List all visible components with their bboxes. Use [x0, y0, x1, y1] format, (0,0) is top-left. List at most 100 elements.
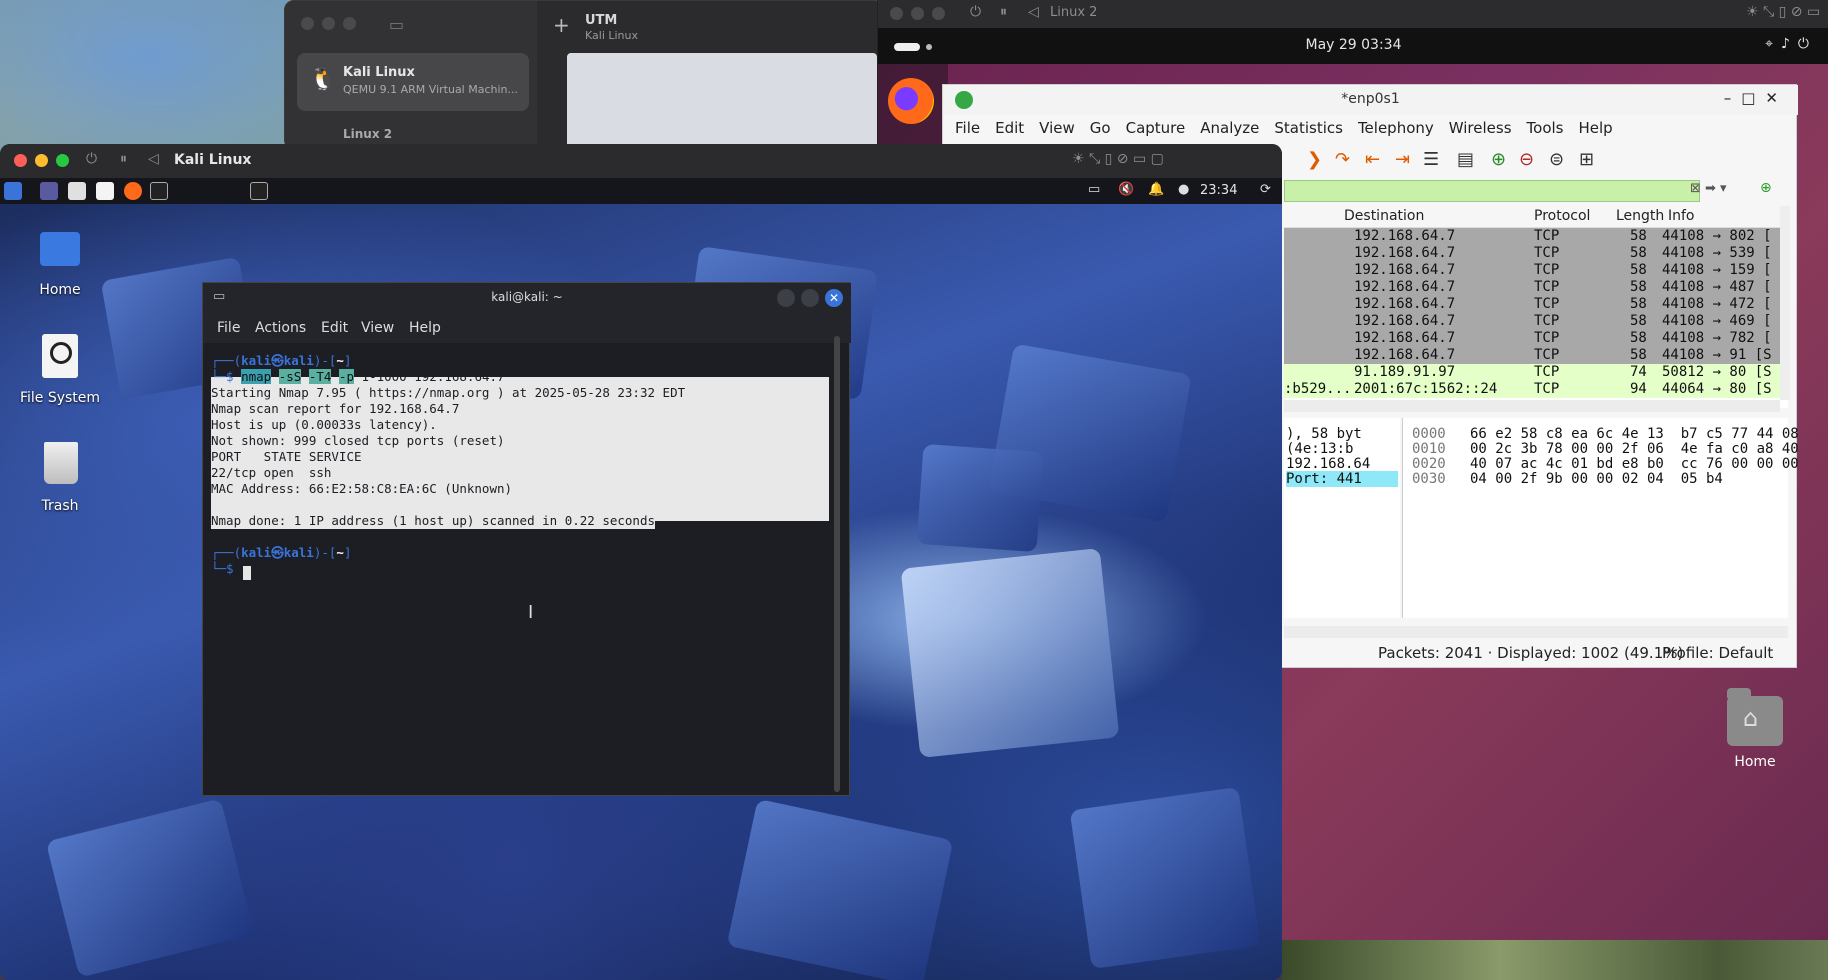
col-protocol[interactable]: Protocol: [1534, 208, 1590, 224]
detail-line[interactable]: 192.168.64: [1286, 456, 1398, 472]
ubuntu-home-label[interactable]: Home: [1700, 754, 1810, 770]
show-desktop-icon[interactable]: [40, 182, 58, 200]
desktop-filesystem-label[interactable]: File System: [10, 390, 110, 406]
colorize-icon[interactable]: ▤: [1457, 149, 1474, 170]
kali-traffic-lights[interactable]: [14, 154, 69, 167]
firefox-icon[interactable]: [124, 182, 142, 200]
packet-cell-len: 58: [1630, 279, 1647, 295]
kali-menu-icon[interactable]: [4, 182, 22, 200]
vm-item-linux2[interactable]: Linux 2: [343, 127, 392, 141]
menu-edit[interactable]: Edit: [995, 115, 1024, 141]
term-menu-actions[interactable]: Actions: [255, 320, 306, 336]
vm-toolbar-icons[interactable]: ☀ ⤡ ▯ ⊘ ▭ ▢: [1072, 151, 1164, 167]
home-folder-icon[interactable]: [40, 232, 80, 266]
zoom-in-icon[interactable]: ⊕: [1491, 149, 1506, 170]
packet-row[interactable]: 192.168.64.7 TCP 58 44108 → 539 [: [1284, 245, 1780, 262]
utm-traffic-lights[interactable]: [301, 17, 356, 30]
file-system-icon[interactable]: [42, 334, 78, 378]
menu-go[interactable]: Go: [1090, 115, 1111, 141]
packet-row[interactable]: 192.168.64.7 TCP 58 44108 → 472 [: [1284, 296, 1780, 313]
menu-analyze[interactable]: Analyze: [1200, 115, 1259, 141]
minimize-button[interactable]: [777, 289, 795, 307]
packet-row[interactable]: 192.168.64.7 TCP 58 44108 → 487 [: [1284, 279, 1780, 296]
sidebar-toggle-icon[interactable]: ▭: [389, 15, 404, 34]
logout-icon[interactable]: ⟳: [1260, 182, 1271, 197]
text-editor-icon[interactable]: [96, 182, 114, 200]
firefox-icon[interactable]: [888, 78, 934, 124]
col-length[interactable]: Length: [1616, 208, 1664, 224]
last-packet-icon[interactable]: ⇥: [1395, 149, 1410, 170]
detail-line[interactable]: Port: 441: [1286, 471, 1398, 487]
kali-clock[interactable]: 23:34: [1200, 183, 1237, 198]
packet-row[interactable]: 91.189.91.97 TCP 74 50812 → 80 [S: [1284, 364, 1780, 381]
col-info[interactable]: Info: [1668, 208, 1695, 224]
add-filter-icon[interactable]: ⊕: [1760, 180, 1772, 196]
menu-wireless[interactable]: Wireless: [1449, 115, 1512, 141]
display-filter-input[interactable]: [1284, 180, 1700, 202]
terminal-task-icon[interactable]: [250, 182, 268, 200]
byte-hex-row[interactable]: 04 00 2f 9b 00 00 02 04 05 b4: [1470, 471, 1723, 487]
trash-icon[interactable]: [44, 442, 78, 484]
packet-row[interactable]: 192.168.64.7 TCP 58 44108 → 91 [S: [1284, 347, 1780, 364]
byte-hex-row[interactable]: 66 e2 58 c8 ea 6c 4e 13 b7 c5 77 44 08: [1470, 426, 1799, 442]
maximize-button[interactable]: [801, 289, 819, 307]
desktop-home-label[interactable]: Home: [10, 282, 110, 298]
term-menu-help[interactable]: Help: [409, 320, 441, 336]
mute-icon[interactable]: 🔇: [1118, 182, 1134, 197]
menu-telephony[interactable]: Telephony: [1358, 115, 1434, 141]
detail-line[interactable]: (4e:13:b: [1286, 441, 1398, 457]
byte-hex-row[interactable]: 40 07 ac 4c 01 bd e8 b0 cc 76 00 00 00: [1470, 456, 1799, 472]
power-manager-icon[interactable]: ●: [1178, 182, 1189, 197]
terminal-scrollbar[interactable]: [834, 336, 840, 792]
menu-statistics[interactable]: Statistics: [1274, 115, 1343, 141]
power-icon[interactable]: ⏻: [86, 151, 97, 167]
packet-list-hscroll[interactable]: [1284, 400, 1780, 412]
display-icon[interactable]: ▭: [1088, 182, 1100, 197]
byte-hex-row[interactable]: 00 2c 3b 78 00 00 2f 06 4e fa c0 a8 40: [1470, 441, 1799, 457]
vm-preview-thumbnail[interactable]: [567, 53, 877, 149]
packet-row[interactable]: 192.168.64.7 TCP 58 44108 → 469 [: [1284, 313, 1780, 330]
power-icon[interactable]: ⏻: [970, 4, 981, 20]
packet-row[interactable]: 192.168.64.7 TCP 58 44108 → 802 [: [1284, 228, 1780, 245]
filter-clear-icon[interactable]: ⊠ ➡ ▾: [1690, 181, 1727, 196]
window-controls[interactable]: –□✕: [1724, 89, 1788, 107]
zoom-out-icon[interactable]: ⊖: [1519, 149, 1534, 170]
linux2-traffic-lights[interactable]: [890, 7, 945, 20]
pause-icon[interactable]: ⏸: [120, 151, 127, 167]
vm-item-kali[interactable]: 🐧 Kali Linux QEMU 9.1 ARM Virtual Machin…: [297, 53, 529, 111]
desktop-trash-label[interactable]: Trash: [10, 498, 110, 514]
menu-view[interactable]: View: [1039, 115, 1075, 141]
back-icon[interactable]: ◁: [148, 151, 159, 167]
normal-size-icon[interactable]: ⊜: [1549, 149, 1564, 170]
autoscroll-icon[interactable]: ☰: [1423, 149, 1439, 170]
term-menu-view[interactable]: View: [361, 320, 394, 336]
menu-tools[interactable]: Tools: [1527, 115, 1564, 141]
menu-capture[interactable]: Capture: [1126, 115, 1186, 141]
first-packet-icon[interactable]: ⇤: [1365, 149, 1380, 170]
term-menu-file[interactable]: File: [217, 320, 240, 336]
close-button[interactable]: ✕: [825, 289, 843, 307]
menu-file[interactable]: File: [955, 115, 980, 141]
back-icon[interactable]: ◁: [1028, 4, 1039, 20]
pause-icon[interactable]: ⏸: [1000, 4, 1007, 20]
col-destination[interactable]: Destination: [1344, 208, 1424, 224]
bytes-hscroll[interactable]: [1284, 626, 1788, 638]
toolbar-icons[interactable]: ☀ ⤡ ▯ ⊘ ▭: [1746, 4, 1820, 20]
profile-status[interactable]: Profile: Default: [1662, 644, 1773, 662]
ubuntu-clock[interactable]: May 29 03:34: [878, 37, 1828, 53]
packet-row[interactable]: :b529... 2001:67c:1562::24 TCP 94 44064 → 80…: [1284, 381, 1780, 398]
go-forward-icon[interactable]: ❯: [1307, 149, 1322, 170]
notification-bell-icon[interactable]: 🔔: [1148, 182, 1164, 197]
add-vm-icon[interactable]: +: [553, 13, 570, 37]
go-to-packet-icon[interactable]: ↷: [1335, 149, 1350, 170]
menu-help[interactable]: Help: [1578, 115, 1612, 141]
file-manager-icon[interactable]: [68, 182, 86, 200]
term-menu-edit[interactable]: Edit: [321, 320, 348, 336]
system-tray-icons[interactable]: ⌖♪⏻: [1765, 36, 1817, 52]
terminal-launcher-icon[interactable]: [150, 182, 168, 200]
detail-line[interactable]: ), 58 byt: [1286, 426, 1398, 442]
packet-row[interactable]: 192.168.64.7 TCP 58 44108 → 159 [: [1284, 262, 1780, 279]
packet-row[interactable]: 192.168.64.7 TCP 58 44108 → 782 [: [1284, 330, 1780, 347]
packet-list-vscroll[interactable]: [1780, 206, 1790, 400]
resize-columns-icon[interactable]: ⊞: [1579, 149, 1594, 170]
